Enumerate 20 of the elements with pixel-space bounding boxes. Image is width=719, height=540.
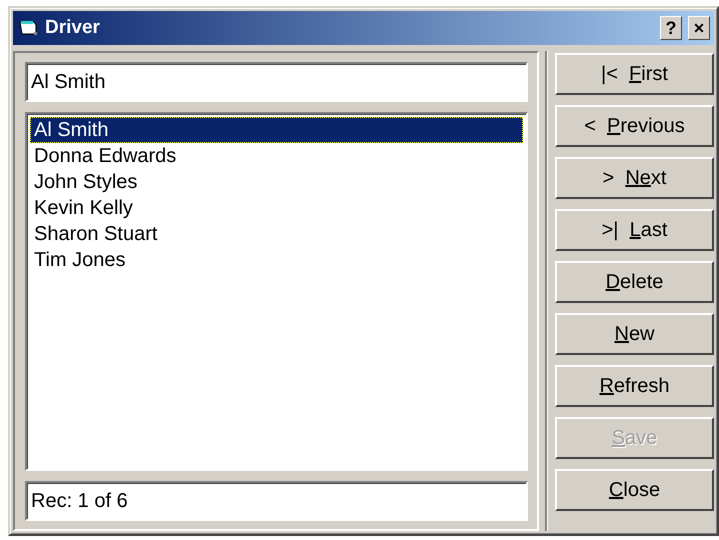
name-field[interactable]: Al Smith	[25, 62, 528, 102]
nav-button[interactable]: Refresh	[555, 365, 714, 407]
driver-list-item[interactable]: Sharon Stuart	[30, 221, 523, 247]
nav-button[interactable]: < Previous	[555, 105, 714, 147]
driver-list-item[interactable]: Al Smith	[30, 117, 523, 143]
help-button[interactable]: ?	[660, 16, 682, 40]
nav-button[interactable]: Close	[555, 469, 714, 511]
driver-list-item[interactable]: Donna Edwards	[30, 143, 523, 169]
nav-button[interactable]: >| Last	[555, 209, 714, 251]
nav-button[interactable]: |< First	[555, 53, 714, 95]
nav-button[interactable]: Delete	[555, 261, 714, 303]
driver-list-item[interactable]: Kevin Kelly	[30, 195, 523, 221]
driver-list-item[interactable]: John Styles	[30, 169, 523, 195]
nav-button[interactable]: > Next	[555, 157, 714, 199]
driver-list-item[interactable]: Tim Jones	[30, 247, 523, 273]
window-title: Driver	[45, 17, 100, 39]
record-field[interactable]: Rec: 1 of 6	[25, 481, 528, 521]
nav-button[interactable]: New	[555, 313, 714, 355]
close-button[interactable]: ×	[688, 16, 710, 40]
window-icon	[19, 20, 39, 36]
